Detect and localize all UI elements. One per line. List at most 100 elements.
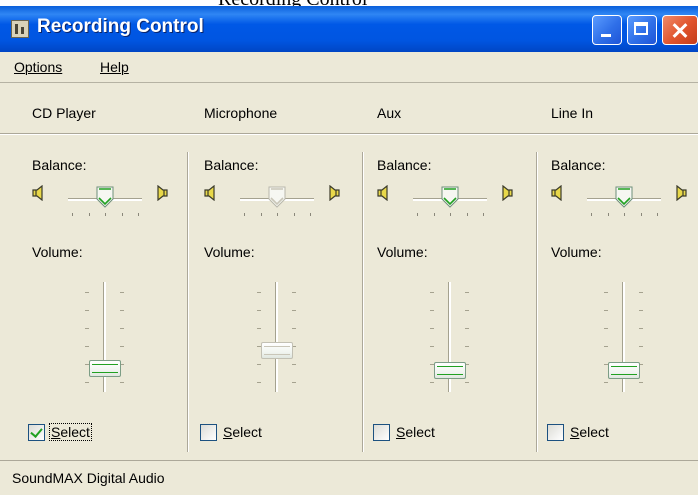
title-bar[interactable]: Recording Control — [0, 6, 698, 52]
volume-tick — [85, 292, 89, 293]
volume-tick — [85, 328, 89, 329]
volume-tick — [430, 346, 434, 347]
balance-tick — [293, 213, 295, 216]
balance-tick — [417, 213, 418, 216]
speaker-left-icon — [377, 185, 391, 201]
select-label: Select — [396, 424, 435, 440]
volume-tick — [292, 310, 296, 311]
volume-tick — [639, 292, 643, 293]
volume-slider-thumb[interactable] — [608, 362, 640, 379]
mixer-column-line-in: Line In Balance: Volume: Select — [519, 85, 698, 451]
speaker-left-icon — [551, 185, 565, 201]
checkbox-box[interactable] — [373, 423, 390, 441]
menu-help[interactable]: Help — [100, 59, 129, 75]
volume-tick — [604, 346, 608, 347]
volume-tick — [639, 310, 643, 311]
checkbox-box[interactable] — [28, 423, 45, 441]
select-checkbox-aux[interactable]: Select — [373, 422, 436, 442]
status-text: SoundMAX Digital Audio — [12, 470, 165, 486]
balance-tick — [624, 213, 625, 216]
volume-tick — [465, 328, 469, 329]
volume-tick — [430, 310, 434, 311]
volume-tick — [257, 292, 261, 293]
volume-tick — [120, 346, 124, 347]
volume-tick — [604, 328, 608, 329]
balance-tick — [260, 213, 262, 216]
volume-label: Volume: — [377, 244, 428, 260]
maximize-button[interactable] — [627, 15, 657, 45]
minimize-button[interactable] — [592, 15, 622, 45]
volume-tick — [85, 310, 89, 311]
close-button[interactable] — [662, 15, 698, 45]
speaker-left-icon — [204, 185, 218, 201]
balance-slider-thumb[interactable] — [267, 186, 287, 208]
volume-tick — [604, 382, 608, 383]
header-divider — [172, 133, 360, 135]
volume-tick — [257, 364, 261, 365]
balance-tick — [88, 213, 90, 216]
volume-tick — [257, 328, 261, 329]
volume-tick — [604, 292, 608, 293]
mixer-column-aux: Aux Balance: Volume: Select — [345, 85, 534, 451]
volume-tick — [257, 310, 261, 311]
column-name-cd-player: CD Player — [32, 105, 96, 121]
volume-tick — [465, 346, 469, 347]
balance-tick — [138, 213, 139, 216]
balance-label: Balance: — [551, 157, 606, 173]
balance-label: Balance: — [377, 157, 432, 173]
speaker-right-icon — [499, 185, 513, 201]
volume-tick — [465, 310, 469, 311]
checkbox-box[interactable] — [200, 423, 217, 441]
header-divider — [0, 133, 185, 135]
balance-label: Balance: — [204, 157, 259, 173]
volume-label: Volume: — [204, 244, 255, 260]
mixer-column-cd-player: CD Player Balance: Volume: Select — [0, 85, 185, 451]
balance-tick — [105, 213, 106, 216]
balance-tick — [121, 213, 123, 216]
speaker-right-icon — [673, 185, 687, 201]
column-name-aux: Aux — [377, 105, 402, 121]
column-divider — [187, 152, 189, 452]
volume-tick — [120, 382, 124, 383]
checkbox-box[interactable] — [547, 423, 564, 441]
header-divider — [519, 133, 698, 135]
volume-tick — [639, 346, 643, 347]
volume-tick — [85, 382, 89, 383]
status-bar: SoundMAX Digital Audio — [0, 460, 698, 495]
volume-track[interactable] — [275, 282, 278, 392]
recording-control-window: Recording Control Options Help CD Player… — [0, 6, 698, 495]
volume-tick — [292, 382, 296, 383]
balance-slider-thumb[interactable] — [95, 186, 115, 208]
volume-label: Volume: — [32, 244, 83, 260]
balance-label: Balance: — [32, 157, 87, 173]
mixer-icon[interactable] — [11, 20, 29, 38]
volume-slider-thumb[interactable] — [434, 362, 466, 379]
window-title: Recording Control — [37, 16, 204, 37]
volume-tick — [465, 382, 469, 383]
volume-tick — [292, 364, 296, 365]
volume-tick — [120, 310, 124, 311]
select-checkbox-microphone[interactable]: Select — [200, 422, 263, 442]
volume-tick — [639, 382, 643, 383]
volume-tick — [120, 292, 124, 293]
volume-tick — [257, 382, 261, 383]
volume-tick — [430, 328, 434, 329]
volume-tick — [604, 310, 608, 311]
balance-slider-thumb[interactable] — [614, 186, 634, 208]
menu-options[interactable]: Options — [14, 59, 62, 75]
balance-tick — [591, 213, 592, 216]
select-checkbox-line-in[interactable]: Select — [547, 422, 610, 442]
mixer-column-microphone: Microphone Balance: Volume: Select — [172, 85, 360, 451]
balance-tick — [483, 213, 484, 216]
select-checkbox-cd-player[interactable]: Select — [28, 422, 92, 442]
select-label: Select — [223, 424, 262, 440]
balance-tick — [72, 213, 73, 216]
volume-slider-thumb[interactable] — [261, 342, 293, 360]
balance-slider-thumb[interactable] — [440, 186, 460, 208]
volume-slider-thumb[interactable] — [89, 359, 121, 377]
menu-bar: Options Help — [0, 52, 698, 83]
volume-tick — [465, 292, 469, 293]
balance-tick — [640, 213, 642, 216]
header-divider — [345, 133, 534, 135]
speaker-right-icon — [326, 185, 340, 201]
